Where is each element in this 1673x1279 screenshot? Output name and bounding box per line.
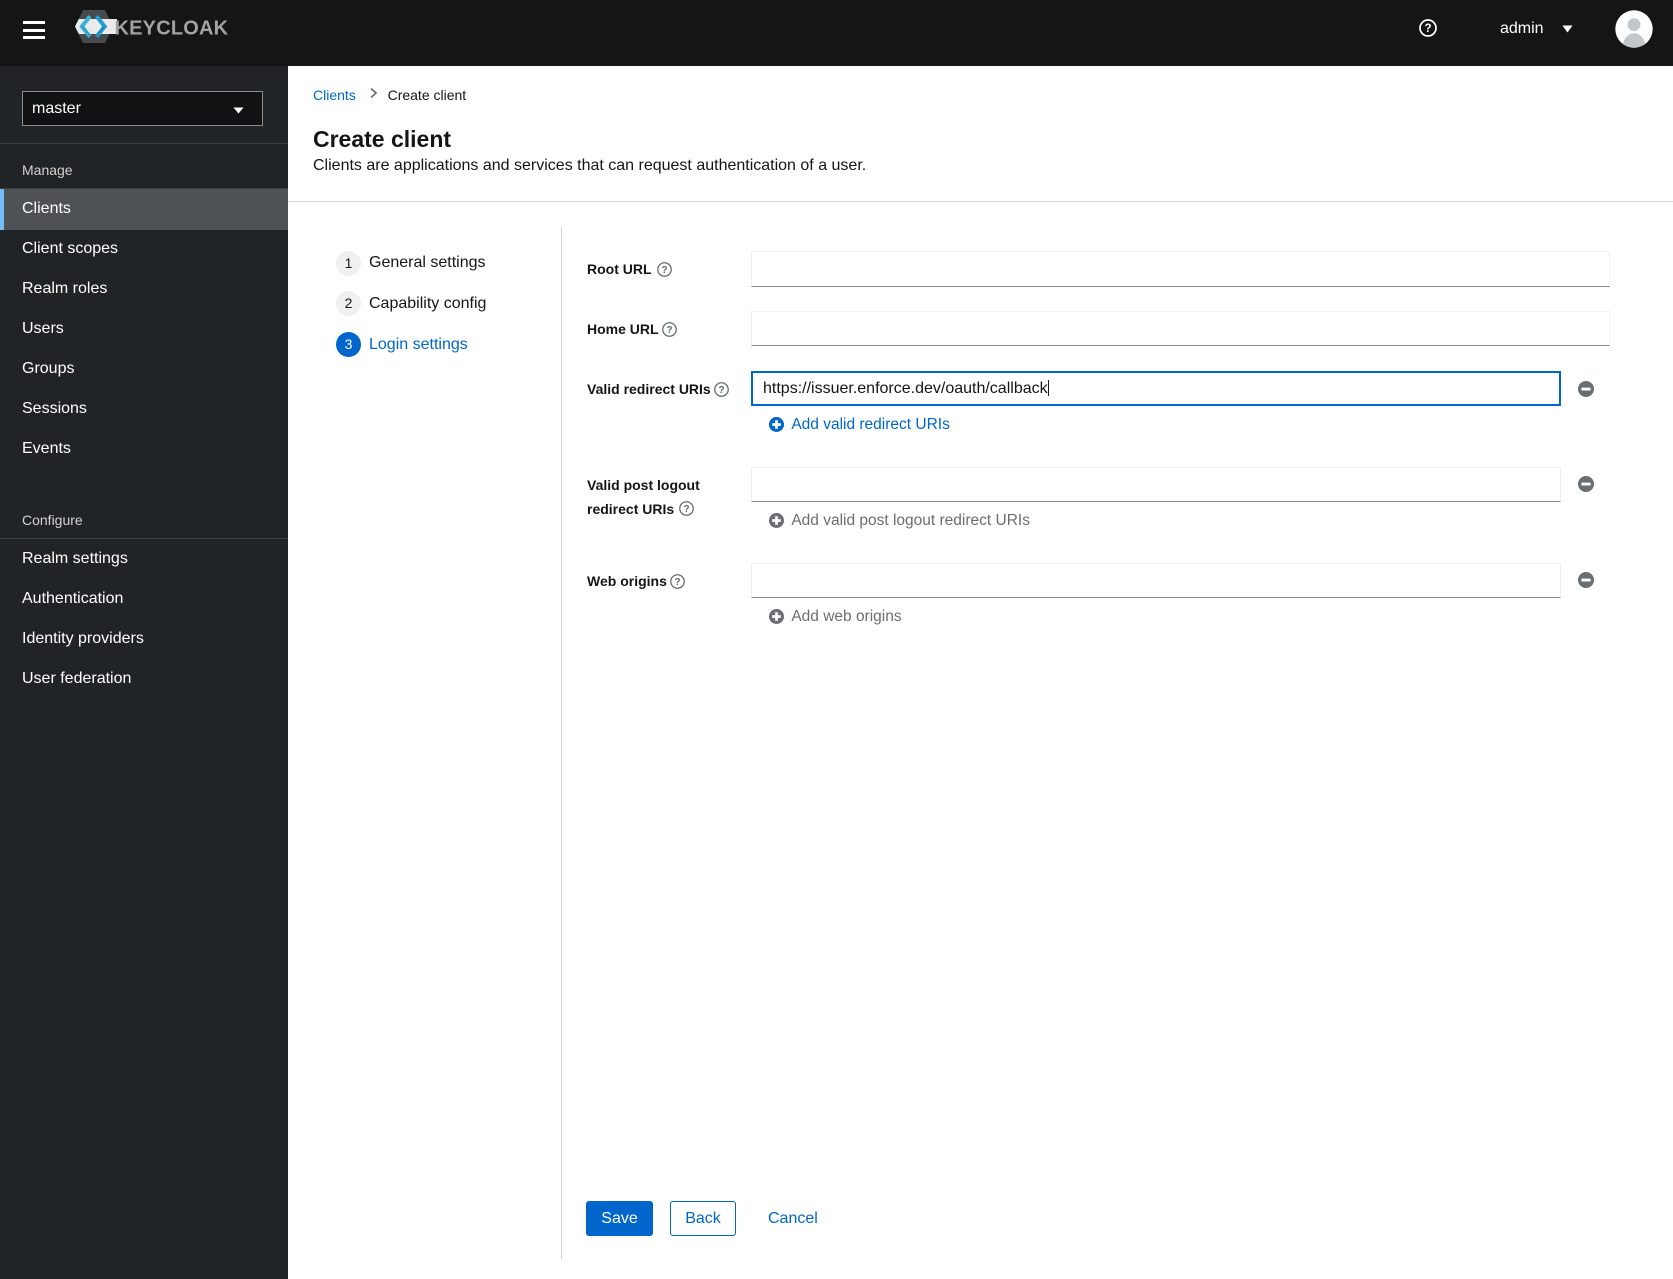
svg-text:?: ? bbox=[661, 265, 667, 276]
svg-text:?: ? bbox=[718, 385, 724, 396]
svg-text:?: ? bbox=[674, 577, 680, 588]
svg-text:?: ? bbox=[683, 504, 689, 515]
svg-text:?: ? bbox=[1424, 23, 1431, 35]
svg-text:KEYCLOAK: KEYCLOAK bbox=[115, 18, 229, 40]
svg-text:?: ? bbox=[666, 325, 672, 336]
